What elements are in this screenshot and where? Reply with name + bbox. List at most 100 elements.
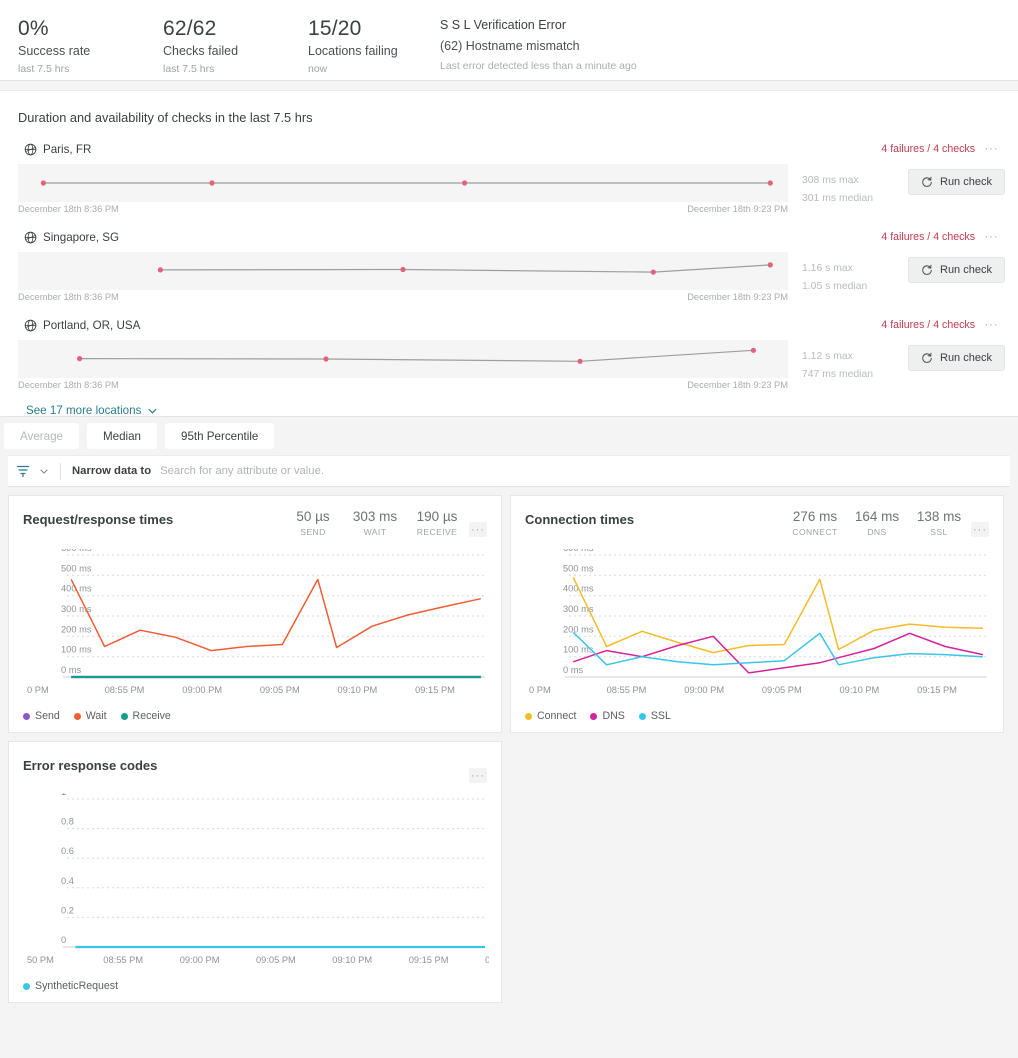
location-max: 308 ms max [802,175,859,186]
run-check-button[interactable]: Run check [908,169,1005,195]
x-tick-label: 0 PM [529,685,551,695]
x-tick-label: 09:00 PM [180,955,220,965]
refresh-icon [922,264,932,275]
run-check-button[interactable]: Run check [908,345,1005,371]
location-sparkline[interactable] [18,252,788,290]
see-more-locations-button[interactable]: See 17 more locations [26,404,158,417]
chart-svg: 600 ms500 ms400 ms300 ms200 ms100 ms0 ms… [27,549,485,695]
stat-value: 50 µs [296,509,330,524]
chart-card-error-response-codes: Error response codes ··· 1 0.8 0.6 0.4 0.2 05… [8,741,502,1003]
tab-average[interactable]: Average [4,423,79,449]
stat-key: CONNECT [792,527,838,537]
legend-label: Wait [85,710,107,722]
location-date-range: December 18th 8:36 PM December 18th 9:23… [18,378,788,390]
legend-item[interactable]: Wait [73,710,107,722]
sparkline-point[interactable] [157,267,163,273]
legend-item[interactable]: SSL [638,710,671,722]
x-tick-label: 09:15 PM [415,685,455,695]
location-sparkline[interactable] [18,340,788,378]
chart-svg: 600 ms500 ms400 ms300 ms200 ms100 ms0 ms… [529,549,987,695]
chart-stats: 276 ms CONNECT 164 ms DNS 138 ms SSL [779,508,965,539]
location-row: December 18th 8:36 PM December 18th 9:23… [0,340,1018,390]
chart-title: Request/response times [23,512,174,527]
sparkline-point[interactable] [650,269,656,275]
stat-value: 276 ms [792,509,838,524]
summary-sublabel: last 7.5 hrs [163,63,215,75]
y-tick-label: 200 ms [61,624,92,634]
stat-value: 164 ms [854,509,900,524]
y-tick-label: 500 ms [61,563,92,573]
sparkline-point[interactable] [209,180,215,186]
stat-key: SEND [300,527,326,537]
sparkline-point[interactable] [577,358,583,364]
series-line[interactable] [70,578,481,652]
legend-item[interactable]: Receive [120,710,171,722]
sparkline-point[interactable] [77,356,83,362]
x-tick-label: 08:55 PM [607,685,647,695]
chart-options-button[interactable]: ··· [971,522,989,537]
narrow-data-label: Narrow data to [72,465,152,477]
range-end-label: December 18th 9:23 PM [687,292,788,302]
x-tick-label: 50 PM [27,955,54,965]
sparkline-point[interactable] [400,266,406,273]
locations-panel-title: Duration and availability of checks in t… [18,110,313,125]
sparkline-point[interactable] [40,180,46,186]
globe-icon [24,143,37,155]
location-row: December 18th 8:36 PM December 18th 9:23… [0,164,1018,214]
y-tick-label: 0 ms [61,665,81,675]
location-failures[interactable]: 4 failures / 4 checks [881,143,975,155]
sparkline-point[interactable] [323,356,329,362]
location-failures[interactable]: 4 failures / 4 checks [881,231,975,243]
stat-connect: 276 ms CONNECT [789,508,841,539]
stat-key: WAIT [363,527,387,537]
location-max: 1.16 s max [802,263,853,274]
location-block: Paris, FR 4 failures / 4 checks ··· Dece… [0,140,1018,214]
refresh-icon [922,352,932,363]
location-options-button[interactable]: ··· [983,142,1000,157]
location-failures[interactable]: 4 failures / 4 checks [881,319,975,331]
chart-header: Connection times 276 ms CONNECT 164 ms D… [525,508,989,539]
series-line[interactable] [572,577,983,654]
chevron-down-icon[interactable] [39,466,49,476]
location-max: 1.12 s max [802,351,853,362]
summary-item-locations-failing: 15/20 Locations failing now [308,14,428,77]
chart-legend: SyntheticRequest [23,980,487,992]
filter-icon[interactable] [16,464,30,478]
x-tick-label: 09:10 PM [338,685,378,695]
tab-95th-percentile[interactable]: 95th Percentile [165,423,275,449]
error-title: S S L Verification Error [440,18,566,32]
legend-item[interactable]: DNS [590,710,625,722]
sparkline-point[interactable] [462,180,468,186]
stat-key: RECEIVE [416,527,458,537]
legend-item[interactable]: Send [23,710,60,722]
stat-value: 138 ms [916,509,962,524]
location-sparkline[interactable] [18,164,788,202]
run-check-button[interactable]: Run check [908,257,1005,283]
location-options-button[interactable]: ··· [983,318,1000,333]
range-end-label: December 18th 9:23 PM [687,204,788,214]
stat-key: DNS [867,527,887,537]
chart-title: Connection times [525,512,635,527]
x-tick-label: 09:00 PM [182,685,222,695]
location-options-button[interactable]: ··· [983,230,1000,245]
search-input[interactable] [158,464,1010,478]
location-sparkline-wrap: December 18th 8:36 PM December 18th 9:23… [18,164,788,214]
chart-header: Error response codes ··· [23,754,487,783]
series-line[interactable] [572,632,983,674]
legend-label: Connect [537,710,577,722]
tab-median[interactable]: Median [86,423,158,449]
run-check-label: Run check [940,176,992,188]
legend-item[interactable]: SyntheticRequest [23,980,118,992]
summary-sublabel: now [308,63,328,75]
sparkline-point[interactable] [767,180,773,186]
sparkline-point[interactable] [767,262,773,268]
legend-dot-icon [638,712,646,720]
run-check-label: Run check [940,352,992,364]
sparkline-point[interactable] [750,347,757,353]
chart-options-button[interactable]: ··· [469,768,487,783]
chart-options-button[interactable]: ··· [469,522,487,537]
summary-item-success-rate: 0% Success rate last 7.5 hrs [18,14,163,77]
location-block: Singapore, SG 4 failures / 4 checks ··· … [0,228,1018,302]
legend-item[interactable]: Connect [525,710,576,722]
y-tick-label: 600 ms [563,549,594,553]
